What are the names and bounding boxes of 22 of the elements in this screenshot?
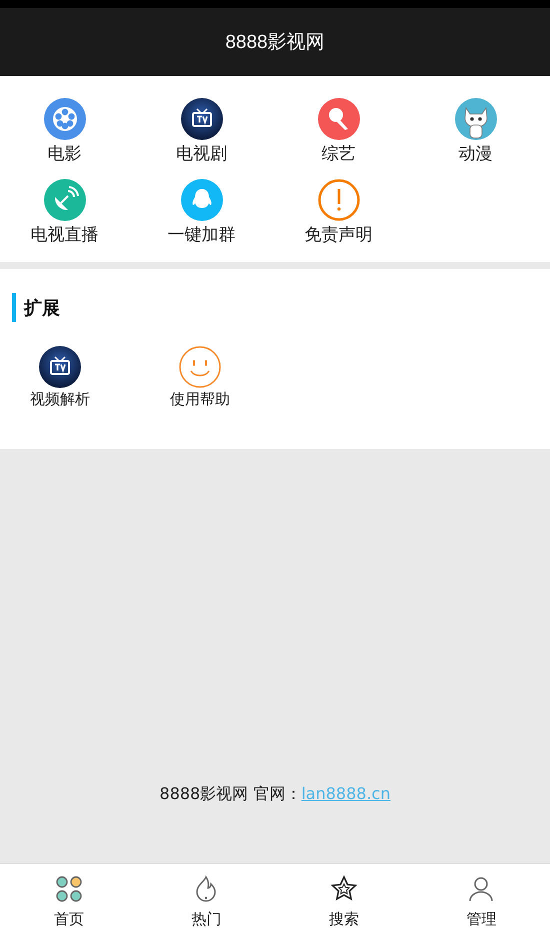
star-icon xyxy=(330,875,358,903)
app-title: 8888影视网 xyxy=(225,31,325,55)
cat-icon xyxy=(454,98,496,140)
accent-bar xyxy=(12,293,16,322)
smiley-icon xyxy=(179,346,221,388)
person-icon xyxy=(467,875,496,903)
nav-tab[interactable]: 搜索 xyxy=(275,864,412,950)
satellite-dish-icon xyxy=(44,179,86,221)
film-icon xyxy=(44,98,86,140)
microphone-icon xyxy=(318,98,360,140)
menu-item[interactable]: 使用帮助 xyxy=(130,346,270,409)
section-title: 扩展 xyxy=(24,296,60,320)
grid-dots-icon xyxy=(54,875,83,903)
menu-item[interactable]: 视频解析 xyxy=(0,346,130,409)
tv-icon xyxy=(180,98,222,140)
penguin-icon xyxy=(180,179,222,221)
nav-tab[interactable]: 热门 xyxy=(138,864,275,950)
nav-tab[interactable]: 管理 xyxy=(412,864,550,950)
tv-icon xyxy=(39,346,81,388)
footer-text: 8888影视网 官网：lan8888.cn xyxy=(160,784,390,805)
nav-tab[interactable]: 首页 xyxy=(0,864,138,950)
exclamation-icon xyxy=(318,179,360,221)
